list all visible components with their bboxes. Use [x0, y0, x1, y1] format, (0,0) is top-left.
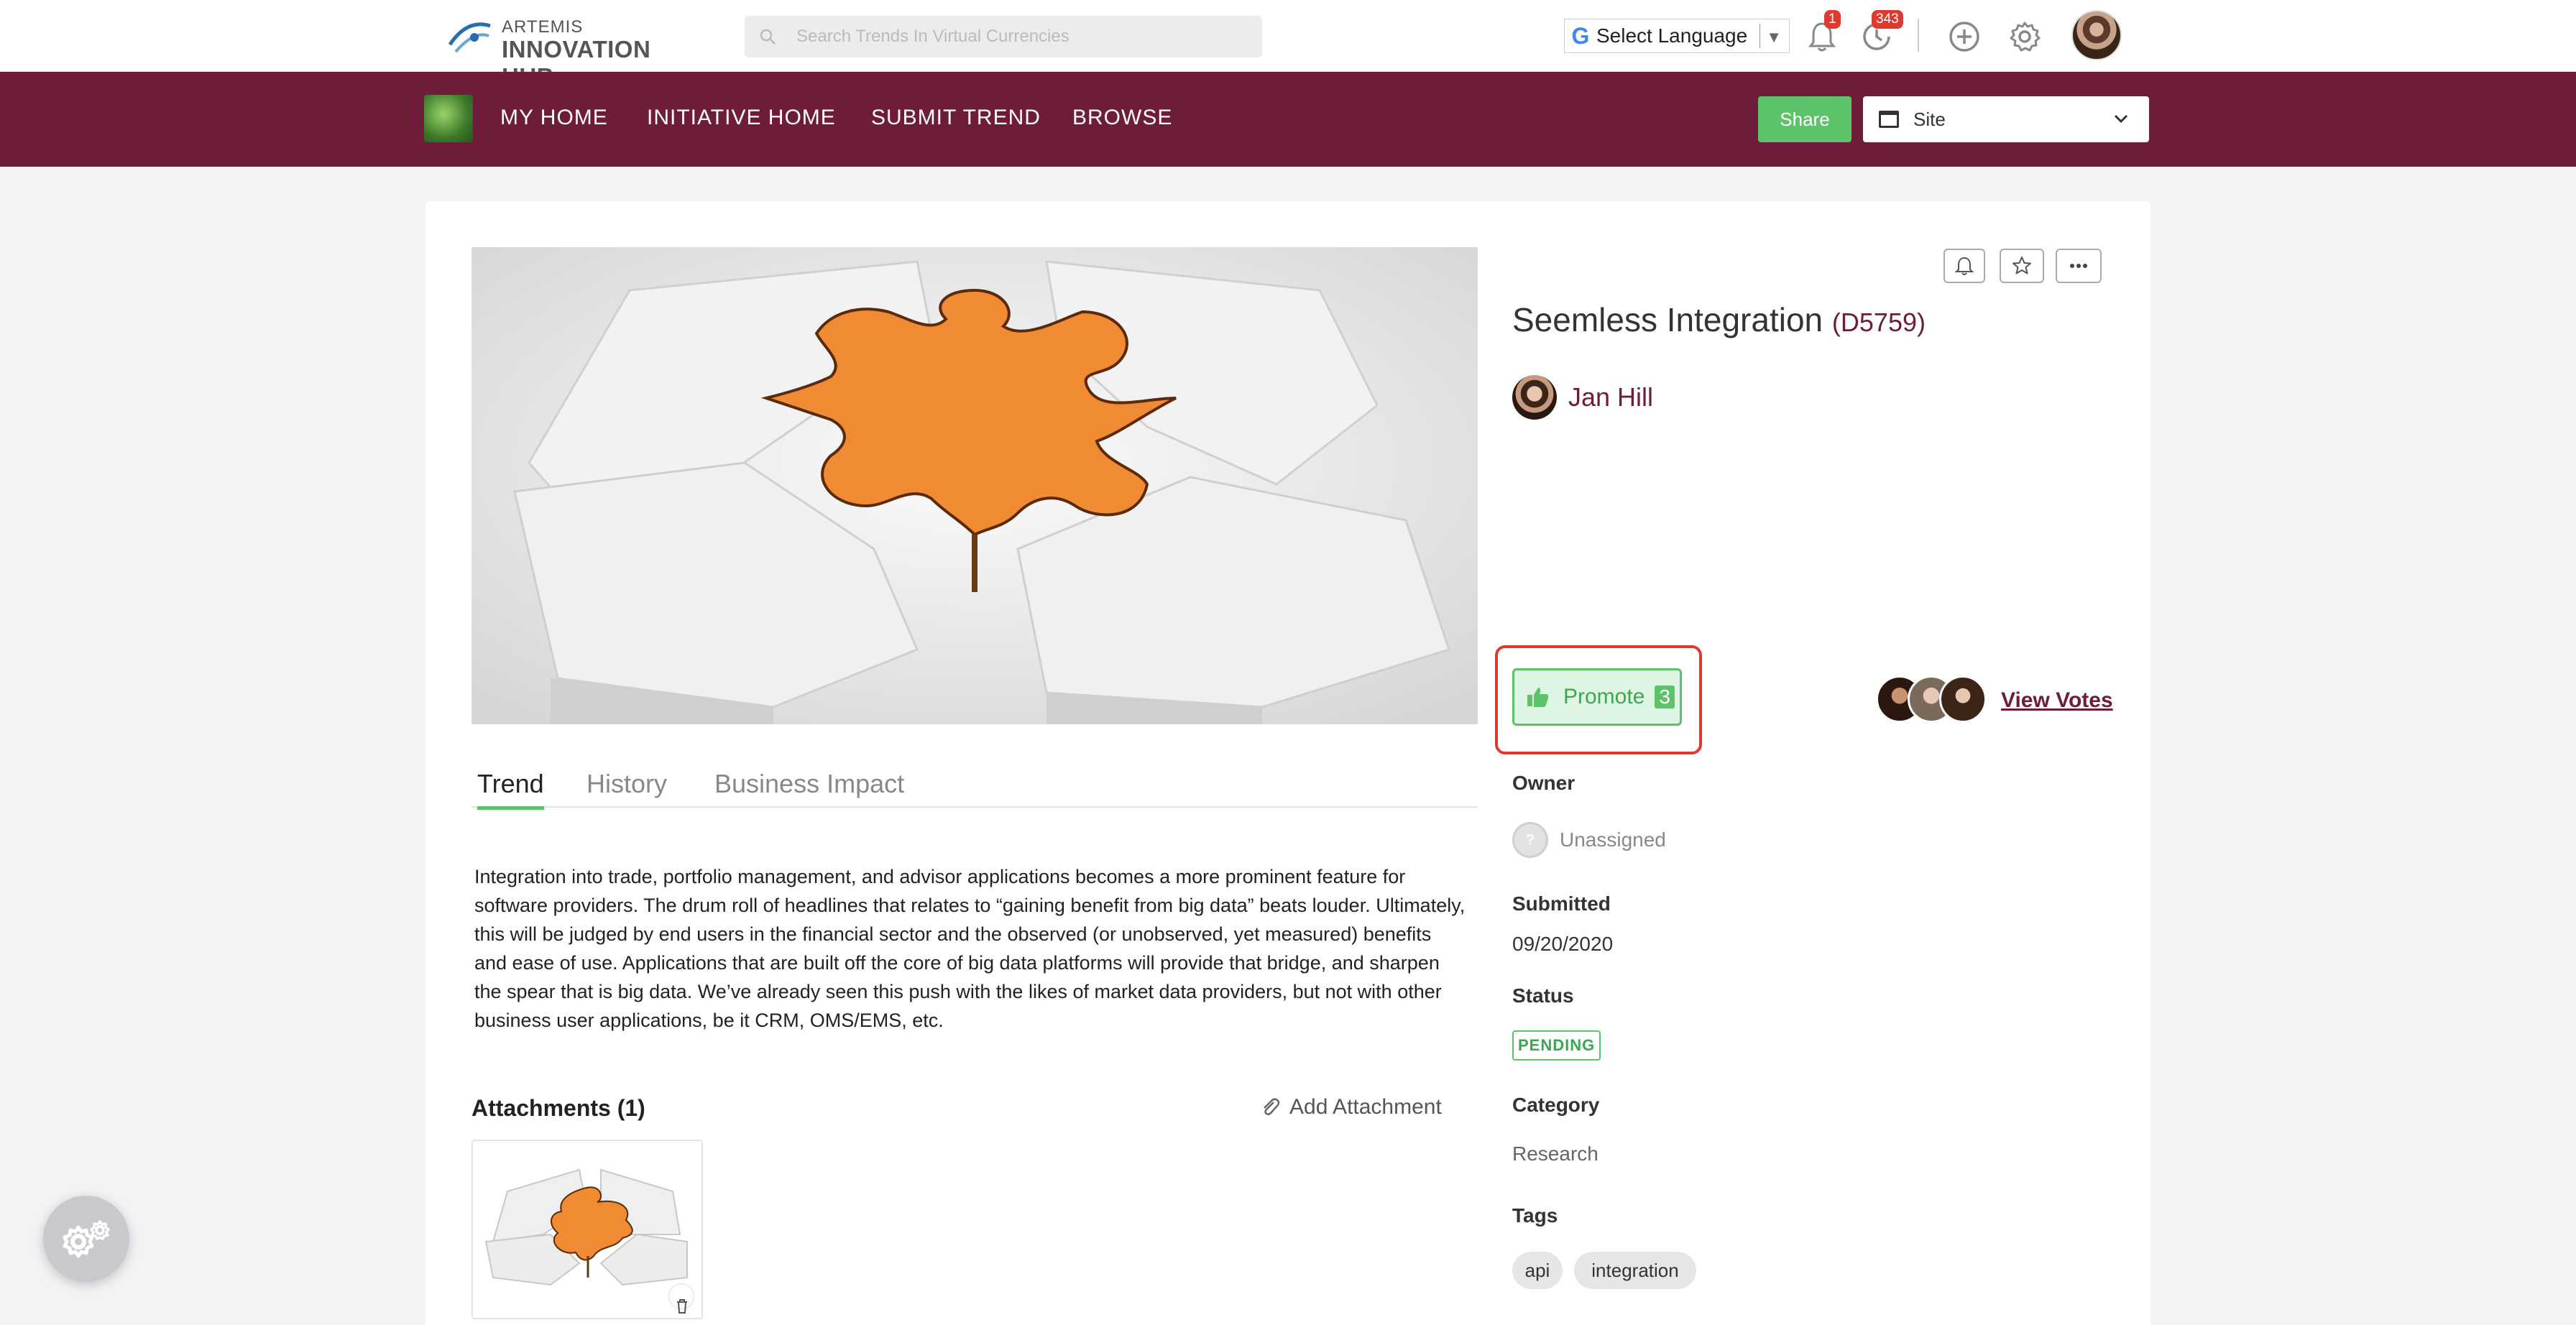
trend-author[interactable]: Jan Hill	[1512, 375, 1653, 420]
trend-title: Seemless Integration (D5759)	[1512, 300, 1926, 339]
notifications-badge: 1	[1824, 10, 1841, 29]
status-badge: PENDING	[1512, 1030, 1601, 1061]
language-label: Select Language	[1596, 24, 1748, 47]
trend-card: Trend History Business Impact Integratio…	[426, 201, 2150, 1325]
follow-button[interactable]	[1944, 249, 1985, 283]
share-button[interactable]: Share	[1758, 96, 1852, 142]
owner-value: ? Unassigned	[1512, 822, 1666, 858]
nav-initiative-home[interactable]: INITIATIVE HOME	[647, 106, 836, 130]
nav-browse[interactable]: BROWSE	[1072, 106, 1172, 130]
trend-tabs: Trend History Business Impact	[472, 769, 1478, 810]
puzzle-thumbnail-image	[479, 1155, 697, 1292]
trend-hero-image[interactable]	[472, 247, 1478, 724]
tab-business-impact[interactable]: Business Impact	[714, 769, 904, 806]
author-name[interactable]: Jan Hill	[1568, 382, 1653, 412]
trend-description: Integration into trade, portfolio manage…	[474, 866, 1466, 1031]
google-icon: G	[1571, 22, 1590, 49]
language-selector[interactable]: G Select Language ▼	[1564, 19, 1790, 53]
submitted-label: Submitted	[1512, 892, 1611, 915]
add-attachment-button[interactable]: Add Attachment	[1259, 1095, 1442, 1119]
add-button[interactable]	[1946, 19, 1982, 55]
add-attachment-label: Add Attachment	[1289, 1095, 1442, 1119]
header-divider	[1918, 19, 1919, 52]
attachment-thumbnail[interactable]	[472, 1140, 703, 1319]
caret-down-icon: ▼	[1766, 28, 1782, 46]
main-nav: MY HOME INITIATIVE HOME SUBMIT TREND BRO…	[0, 72, 2576, 167]
search-input[interactable]	[796, 16, 1249, 57]
attachments-title: Attachments (1)	[472, 1095, 645, 1121]
promote-button[interactable]: Promote 3	[1512, 668, 1682, 726]
voter-avatar	[1939, 675, 1987, 723]
floating-settings-button[interactable]	[43, 1196, 129, 1282]
nav-submit-trend[interactable]: SUBMIT TREND	[871, 106, 1041, 130]
activity-badge: 343	[1872, 10, 1903, 29]
status-label: Status	[1512, 984, 1574, 1007]
ellipsis-icon	[2070, 264, 2087, 268]
user-avatar[interactable]	[2071, 10, 2122, 60]
tag-integration[interactable]: integration	[1574, 1252, 1696, 1289]
owner-label: Owner	[1512, 772, 1576, 794]
gear-icon	[2010, 22, 2041, 52]
trend-title-text: Seemless Integration	[1512, 301, 1823, 338]
more-options-button[interactable]	[2056, 249, 2102, 283]
trend-code: (D5759)	[1831, 308, 1926, 337]
calendar-icon	[1879, 111, 1899, 128]
view-votes-link[interactable]: View Votes	[2001, 688, 2113, 713]
site-select[interactable]: Site	[1863, 96, 2149, 142]
promote-count: 3	[1655, 685, 1675, 708]
plus-circle-icon	[1949, 22, 1979, 52]
initiative-thumbnail[interactable]	[424, 95, 473, 142]
tab-history[interactable]: History	[586, 769, 667, 806]
gears-icon	[63, 1220, 110, 1258]
owner-value-text: Unassigned	[1560, 828, 1666, 851]
star-icon	[2012, 257, 2031, 274]
category-value[interactable]: Research	[1512, 1142, 1598, 1165]
bell-outline-icon	[1955, 257, 1974, 275]
top-bar: ARTEMIS INNOVATION HUB G Select Language…	[0, 0, 2576, 90]
site-select-value: Site	[1913, 108, 1946, 130]
puzzle-image	[472, 247, 1478, 724]
paperclip-icon	[1264, 1098, 1280, 1116]
unassigned-icon: ?	[1512, 822, 1548, 858]
trash-icon	[677, 1299, 687, 1314]
promote-label: Promote	[1563, 685, 1645, 708]
activity-button[interactable]: 343	[1857, 10, 1903, 56]
voter-avatars[interactable]	[1876, 675, 1987, 724]
chevron-down-icon	[2114, 114, 2128, 124]
app-logo[interactable]: ARTEMIS INNOVATION HUB	[446, 14, 704, 90]
settings-button[interactable]	[2007, 19, 2043, 55]
search-bar[interactable]	[745, 16, 1262, 57]
category-label: Category	[1512, 1094, 1600, 1116]
delete-attachment-button[interactable]	[668, 1283, 694, 1314]
nav-my-home[interactable]: MY HOME	[500, 106, 608, 130]
favorite-button[interactable]	[2000, 249, 2044, 283]
logo-text-top: ARTEMIS	[502, 17, 584, 37]
notifications-button[interactable]: 1	[1803, 10, 1841, 56]
tab-trend[interactable]: Trend	[477, 769, 544, 810]
tag-api[interactable]: api	[1512, 1252, 1563, 1289]
logo-icon	[448, 22, 491, 53]
author-avatar	[1512, 375, 1557, 420]
tags-label: Tags	[1512, 1204, 1558, 1227]
submitted-value: 09/20/2020	[1512, 933, 1614, 955]
thumbs-up-icon	[1527, 688, 1549, 707]
search-icon	[760, 29, 776, 45]
